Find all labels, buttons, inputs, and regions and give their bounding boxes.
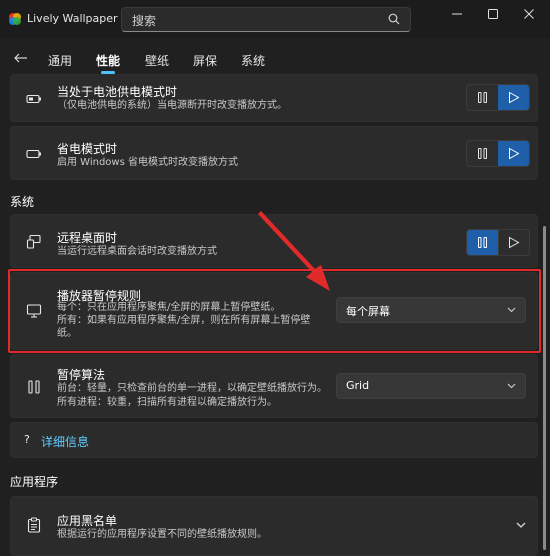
- chevron-down-icon: [507, 383, 516, 389]
- pause-icon: [478, 148, 487, 159]
- pause-algorithm-dropdown-value: Grid: [346, 379, 370, 392]
- tab-wallpaper[interactable]: 壁纸: [145, 52, 169, 69]
- app-blacklist-desc: 根据运行的应用程序设置不同的壁纸播放规则。: [57, 529, 267, 540]
- pause-icon: [28, 380, 40, 394]
- pause-algorithm-desc-1: 前台：轻量，只检查前台的单一进程，以确定壁纸播放行为。: [57, 383, 327, 394]
- remote-desktop-title: 远程桌面时: [57, 231, 118, 245]
- remote-desktop-desc: 当运行远程桌面会话时改变播放方式: [57, 246, 217, 257]
- battery-playback-toggle[interactable]: [466, 84, 530, 111]
- scrollbar-thumb[interactable]: [543, 226, 546, 550]
- tab-system[interactable]: 系统: [241, 52, 265, 69]
- highlight-box: [8, 269, 541, 353]
- maximize-icon[interactable]: [485, 6, 501, 22]
- tab-performance[interactable]: 性能: [96, 52, 120, 69]
- power-saver-pause-option[interactable]: [467, 141, 499, 166]
- play-icon: [509, 91, 520, 104]
- search-icon[interactable]: [388, 13, 400, 25]
- power-saver-title: 省电模式时: [57, 142, 118, 156]
- power-saver-desc: 启用 Windows 省电模式时改变播放方式: [57, 157, 238, 168]
- nav-bar: 通用 性能 壁纸 屏保 系统: [0, 38, 550, 76]
- more-info-link[interactable]: 详细信息: [41, 433, 89, 450]
- section-system-label: 系统: [10, 195, 35, 209]
- tab-general[interactable]: 通用: [48, 52, 72, 69]
- pause-icon: [478, 237, 487, 248]
- section-apps-label: 应用程序: [10, 475, 59, 489]
- battery-mode-desc: （仅电池供电的系统）当电源断开时改变播放方式。: [57, 100, 287, 111]
- power-saver-card: 省电模式时 启用 Windows 省电模式时改变播放方式: [10, 126, 538, 180]
- pause-icon: [478, 92, 487, 103]
- question-icon: ?: [24, 433, 30, 446]
- app-logo-icon: [9, 13, 21, 25]
- pause-algorithm-title: 暂停算法: [57, 368, 106, 382]
- search-placeholder: 搜索: [132, 14, 157, 28]
- remote-desktop-icon: [26, 234, 41, 249]
- chevron-down-icon[interactable]: [516, 522, 526, 529]
- battery-play-option[interactable]: [498, 85, 529, 110]
- battery-saver-icon: [26, 149, 41, 159]
- remote-play-option[interactable]: [498, 230, 529, 255]
- battery-mode-card: 当处于电池供电模式时 （仅电池供电的系统）当电源断开时改变播放方式。: [10, 74, 538, 122]
- play-icon: [509, 236, 520, 249]
- remote-playback-toggle[interactable]: [466, 229, 530, 256]
- battery-icon: [26, 94, 41, 104]
- title-bar: Lively Wallpaper 搜索: [0, 0, 550, 38]
- tab-screensaver[interactable]: 屏保: [193, 52, 217, 69]
- remote-desktop-card: 远程桌面时 当运行远程桌面会话时改变播放方式: [10, 214, 538, 268]
- app-blacklist-card[interactable]: 应用黑名单 根据运行的应用程序设置不同的壁纸播放规则。: [10, 496, 538, 556]
- power-saver-play-option[interactable]: [498, 141, 529, 166]
- power-saver-playback-toggle[interactable]: [466, 140, 530, 167]
- play-icon: [509, 147, 520, 160]
- battery-pause-option[interactable]: [467, 85, 499, 110]
- pause-algorithm-desc-2: 所有进程：较重，扫描所有进程以确定播放行为。: [57, 397, 277, 408]
- more-info-card[interactable]: ? 详细信息: [10, 422, 538, 458]
- remote-pause-option[interactable]: [467, 230, 499, 255]
- clipboard-list-icon: [27, 517, 41, 533]
- pause-algorithm-dropdown[interactable]: Grid: [336, 373, 526, 399]
- app-title: Lively Wallpaper: [27, 12, 118, 25]
- search-input[interactable]: 搜索: [121, 7, 411, 32]
- minimize-icon[interactable]: [449, 6, 465, 22]
- back-arrow-icon[interactable]: [14, 53, 28, 63]
- battery-mode-title: 当处于电池供电模式时: [57, 85, 178, 99]
- app-blacklist-title: 应用黑名单: [57, 514, 118, 528]
- close-icon[interactable]: [521, 6, 537, 22]
